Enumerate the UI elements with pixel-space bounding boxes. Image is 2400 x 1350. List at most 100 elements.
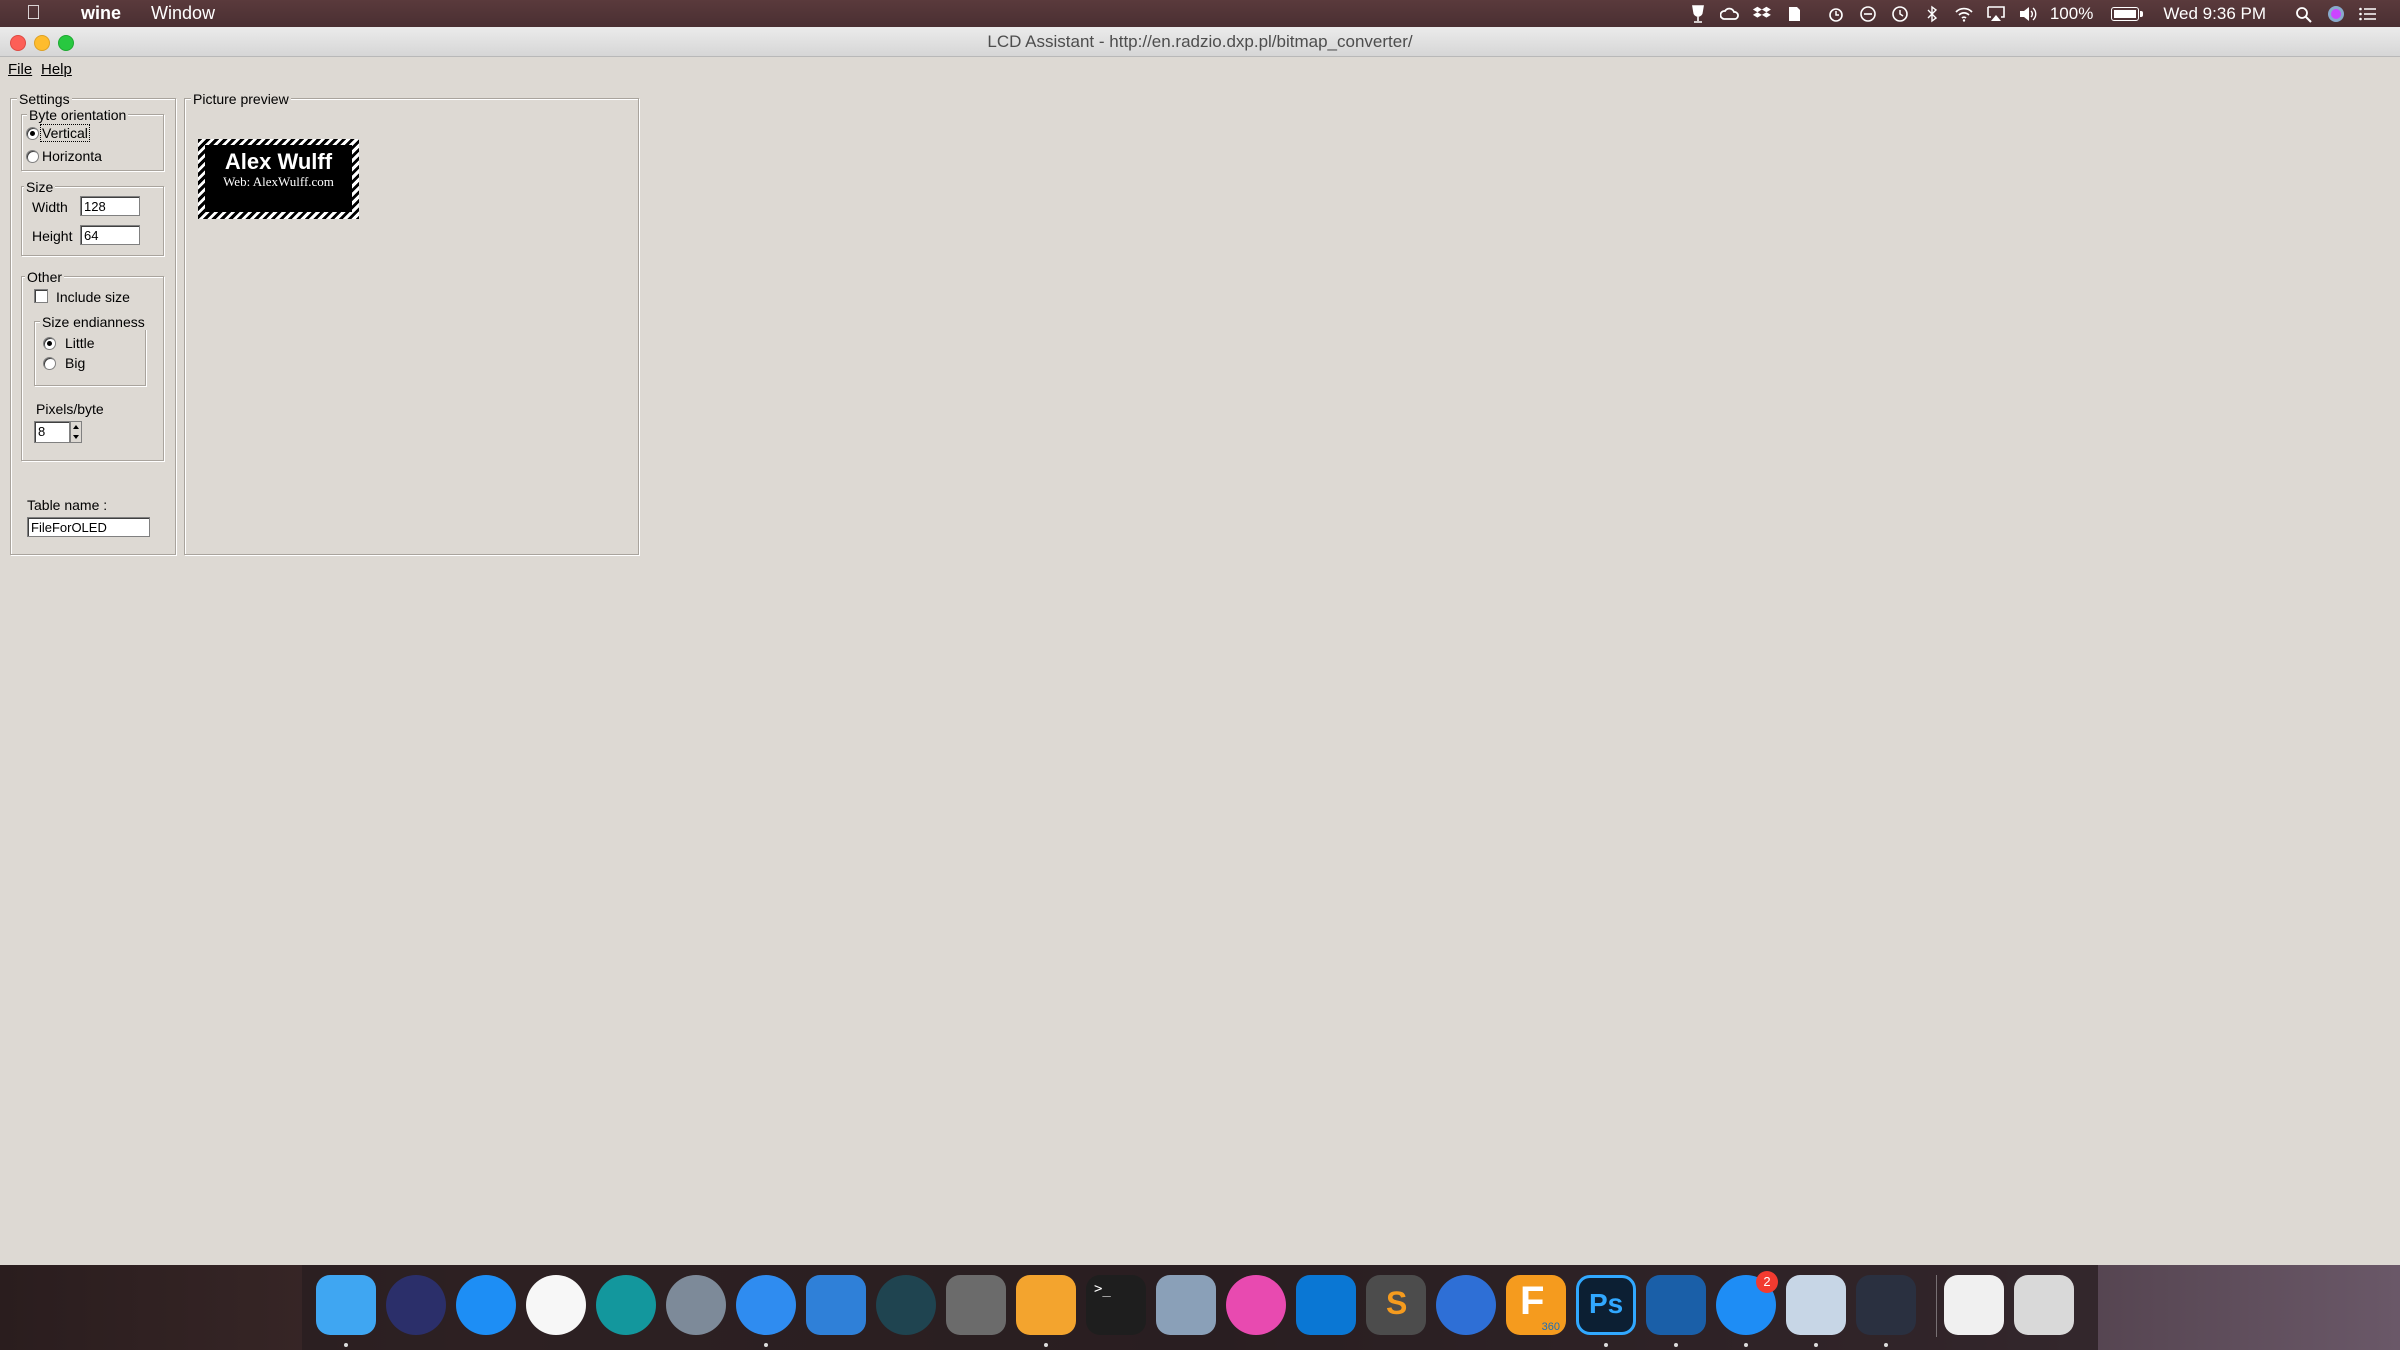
dock-color-picker-icon[interactable] xyxy=(1226,1275,1286,1335)
size-group: Size Width 128 Height 64 xyxy=(21,179,164,256)
minimize-button[interactable] xyxy=(34,35,50,51)
include-size-label[interactable]: Include size xyxy=(56,289,130,305)
dock-running-indicator xyxy=(1044,1343,1048,1347)
settings-label: Settings xyxy=(17,91,72,107)
window-titlebar[interactable]: LCD Assistant - http://en.radzio.dxp.pl/… xyxy=(0,27,2400,57)
airplay-icon[interactable] xyxy=(1986,5,2006,23)
height-label: Height xyxy=(32,228,73,244)
radio-vertical[interactable] xyxy=(26,127,39,140)
width-field[interactable]: 128 xyxy=(80,196,140,216)
dock-running-indicator xyxy=(344,1343,348,1347)
lcd-assistant-window: LCD Assistant - http://en.radzio.dxp.pl/… xyxy=(0,27,2400,1265)
dock-safari-icon[interactable] xyxy=(736,1275,796,1335)
preview-image: Alex Wulff Web: AlexWulff.com xyxy=(198,139,359,219)
dock-running-indicator xyxy=(1814,1343,1818,1347)
spin-up-arrow-icon[interactable] xyxy=(73,425,79,429)
size-endianness-label: Size endianness xyxy=(40,314,147,330)
dock-camera-eye-icon[interactable] xyxy=(1856,1275,1916,1335)
spotlight-icon[interactable] xyxy=(2294,5,2314,23)
battery-percent[interactable]: 100% xyxy=(2050,0,2093,27)
clock[interactable]: Wed 9:36 PM xyxy=(2163,0,2266,27)
dock-separator xyxy=(1936,1275,1937,1337)
radio-vertical-label[interactable]: Vertical xyxy=(40,124,90,142)
radio-little-label[interactable]: Little xyxy=(65,335,95,351)
siri-icon[interactable] xyxy=(2326,5,2346,23)
radio-horizontal-label[interactable]: Horizonta xyxy=(42,148,102,164)
pixels-per-byte-label: Pixels/byte xyxy=(36,401,104,417)
battery-level xyxy=(2114,9,2137,18)
dock-cura-icon[interactable] xyxy=(1296,1275,1356,1335)
wifi-icon[interactable] xyxy=(1954,5,1974,23)
dock-terminal-icon[interactable]: >_ xyxy=(1086,1275,1146,1335)
preview-image-content: Alex Wulff Web: AlexWulff.com xyxy=(205,145,352,212)
wine-glass-icon[interactable] xyxy=(1688,4,1708,23)
menu-help[interactable]: Help xyxy=(41,61,72,78)
picture-preview-label: Picture preview xyxy=(191,91,291,107)
dock-xcode-icon[interactable] xyxy=(806,1275,866,1335)
radio-big-label[interactable]: Big xyxy=(65,355,85,371)
dock-running-indicator xyxy=(1744,1343,1748,1347)
dock-simplenote-icon[interactable] xyxy=(1436,1275,1496,1335)
dock-arduino-icon[interactable] xyxy=(596,1275,656,1335)
preview-text-line1: Alex Wulff xyxy=(224,149,333,174)
fusion-360-label: 360 xyxy=(1541,1321,1560,1333)
pixels-per-byte-field[interactable]: 8 xyxy=(34,421,70,443)
dock-app-store-icon[interactable] xyxy=(456,1275,516,1335)
bluetooth-icon[interactable] xyxy=(1922,5,1942,23)
dock-pages-icon[interactable] xyxy=(1016,1275,1076,1335)
dock-siri-icon[interactable] xyxy=(386,1275,446,1335)
time-machine-icon[interactable] xyxy=(1890,5,1910,23)
volume-icon[interactable] xyxy=(2018,5,2038,23)
dock-launchpad-icon[interactable] xyxy=(666,1275,726,1335)
dock-preview-photos-icon[interactable] xyxy=(1786,1275,1846,1335)
byte-orientation-label: Byte orientation xyxy=(27,107,129,123)
dock-photoshop-icon[interactable]: Ps xyxy=(1576,1275,1636,1335)
radio-big[interactable] xyxy=(43,357,56,370)
window-title: LCD Assistant - http://en.radzio.dxp.pl/… xyxy=(987,32,1413,51)
terminal-prompt-glyph: >_ xyxy=(1094,1281,1111,1297)
size-endianness-group: Size endianness Little Big xyxy=(34,314,147,386)
dock-running-indicator xyxy=(1884,1343,1888,1347)
table-name-field[interactable]: FileForOLED xyxy=(27,517,150,537)
dock-lcd-assistant-window-icon[interactable] xyxy=(1944,1275,2004,1335)
close-button[interactable] xyxy=(10,35,26,51)
apple-menu-icon[interactable]:  xyxy=(26,0,41,27)
fusion-letter: F xyxy=(1520,1279,1545,1323)
include-size-checkbox[interactable] xyxy=(34,289,48,303)
dock-sigma-icon[interactable] xyxy=(1646,1275,1706,1335)
dock-preview-app-icon[interactable] xyxy=(1156,1275,1216,1335)
dock-running-indicator xyxy=(764,1343,768,1347)
pixels-per-byte-spinner[interactable] xyxy=(70,421,82,443)
dock-itunes-icon[interactable] xyxy=(526,1275,586,1335)
other-group: Other Include size Size endianness Littl… xyxy=(21,269,164,461)
dock-trash-icon[interactable] xyxy=(2014,1275,2074,1335)
spin-down-arrow-icon[interactable] xyxy=(73,435,79,439)
menu-file[interactable]: File xyxy=(8,61,32,78)
macos-menu-bar:  wine Window 100% Wed 9:36 PM xyxy=(0,0,2400,27)
radio-horizontal[interactable] xyxy=(26,150,39,163)
dock-system-preferences-icon[interactable] xyxy=(946,1275,1006,1335)
dock: >_ S F 360 Ps 2 xyxy=(302,1265,2098,1350)
alarm-icon[interactable] xyxy=(1826,5,1846,23)
height-field[interactable]: 64 xyxy=(80,225,140,245)
settings-group: Settings Byte orientation Vertical Horiz… xyxy=(10,91,176,555)
dropbox-icon[interactable] xyxy=(1752,5,1772,23)
dock-sublime-text-icon[interactable]: S xyxy=(1366,1275,1426,1335)
zoom-button[interactable] xyxy=(58,35,74,51)
evernote-icon[interactable] xyxy=(1784,5,1804,23)
app-menu-wine[interactable]: wine xyxy=(81,0,121,27)
battery-icon[interactable] xyxy=(2111,6,2144,21)
size-label: Size xyxy=(24,179,56,195)
creative-cloud-icon[interactable] xyxy=(1719,5,1740,23)
dock-time-machine-icon[interactable] xyxy=(876,1275,936,1335)
byte-orientation-group: Byte orientation Vertical Horizonta xyxy=(21,107,164,171)
notification-center-icon[interactable] xyxy=(2358,5,2378,23)
menu-window[interactable]: Window xyxy=(151,0,215,27)
dock-fusion-360-icon[interactable]: F 360 xyxy=(1506,1275,1566,1335)
other-label: Other xyxy=(25,269,65,285)
sync-icon[interactable] xyxy=(1858,5,1878,23)
preview-text-line2: Web: AlexWulff.com xyxy=(223,174,334,189)
radio-little[interactable] xyxy=(43,337,56,350)
dock-finder-icon[interactable] xyxy=(316,1275,376,1335)
photoshop-label: Ps xyxy=(1589,1288,1624,1319)
